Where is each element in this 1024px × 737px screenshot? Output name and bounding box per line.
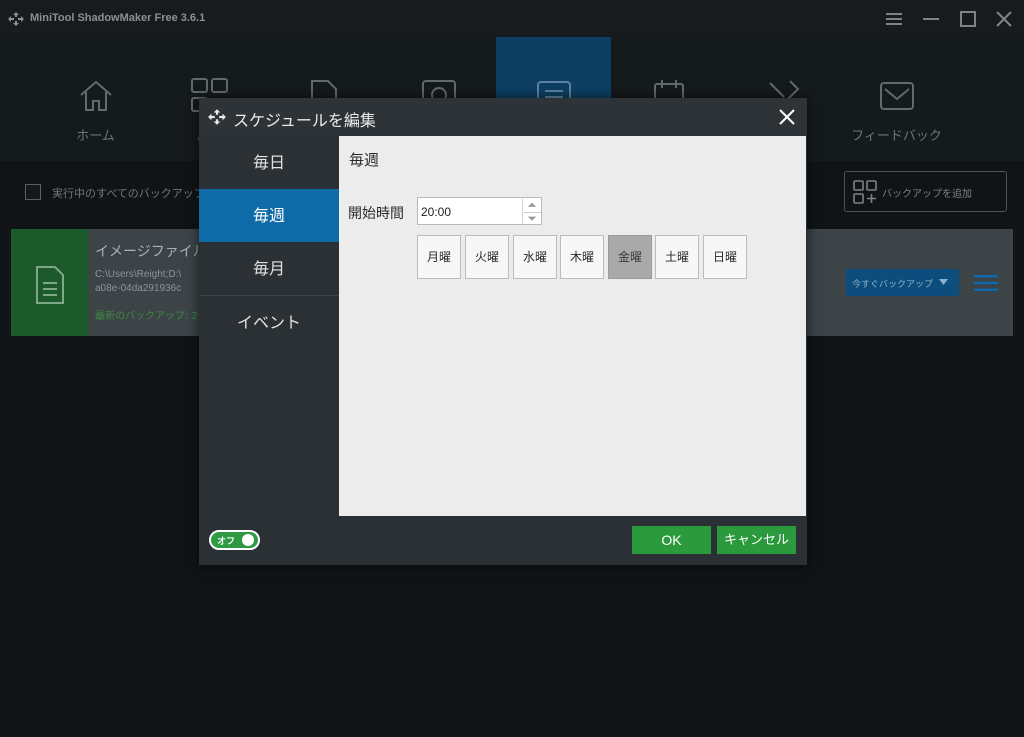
start-time-input[interactable] — [421, 203, 521, 221]
add-backup-icon — [853, 180, 877, 204]
task-status-bar — [11, 229, 88, 336]
title-bar: MiniTool ShadowMaker Free 3.6.1 — [0, 0, 1024, 37]
backup-now-button[interactable]: 今すぐバックアップ — [846, 269, 959, 296]
run-all-label: 実行中のすべてのバックアップタ — [52, 187, 216, 200]
day-button-friday[interactable]: 金曜 — [608, 235, 652, 279]
dialog-footer: オフ OK キャンセル — [199, 516, 807, 565]
close-icon[interactable] — [777, 107, 797, 127]
maximize-icon[interactable] — [958, 9, 978, 29]
weekly-settings-panel: 毎週 開始時間 月曜 火曜 水曜 木曜 金曜 土曜 日曜 — [339, 136, 806, 516]
nav-home[interactable]: ホーム — [38, 37, 153, 161]
spin-up-icon[interactable] — [522, 199, 541, 211]
home-icon — [80, 80, 112, 111]
app-title: MiniTool ShadowMaker Free 3.6.1 — [30, 12, 206, 24]
task-source-path: C:\Users\Reight;D:\ — [95, 269, 182, 280]
app-logo-icon — [8, 12, 24, 26]
sidebar-item-daily[interactable]: 毎日 — [199, 136, 339, 189]
cancel-button[interactable]: キャンセル — [717, 526, 796, 554]
day-button-thursday[interactable]: 木曜 — [560, 235, 604, 279]
ok-button[interactable]: OK — [632, 526, 711, 554]
day-button-tuesday[interactable]: 火曜 — [465, 235, 509, 279]
chevron-down-icon[interactable] — [939, 279, 948, 286]
toggle-knob — [242, 534, 254, 546]
mail-icon — [880, 82, 914, 110]
document-icon — [36, 266, 64, 304]
menu-icon[interactable] — [884, 9, 904, 29]
day-button-saturday[interactable]: 土曜 — [655, 235, 699, 279]
toggle-label: オフ — [217, 537, 236, 547]
day-button-sunday[interactable]: 日曜 — [703, 235, 747, 279]
task-last-backup: 最新のバックアップ: 202 — [95, 311, 211, 322]
sidebar-item-event[interactable]: イベント — [199, 296, 339, 349]
schedule-type-sidebar: 毎日 毎週 毎月 イベント — [199, 136, 339, 516]
sidebar-item-monthly[interactable]: 毎月 — [199, 242, 339, 295]
task-menu-icon[interactable] — [974, 274, 998, 292]
edit-schedule-dialog: スケジュールを編集 毎日 毎週 毎月 イベント 毎週 開始時間 月曜 火曜 水曜… — [199, 98, 807, 565]
day-button-monday[interactable]: 月曜 — [417, 235, 461, 279]
dialog-header: スケジュールを編集 — [199, 98, 807, 136]
day-button-wednesday[interactable]: 水曜 — [513, 235, 557, 279]
start-time-label: 開始時間 — [348, 206, 404, 222]
add-backup-button[interactable]: バックアップを追加 — [844, 171, 1007, 212]
nav-feedback[interactable]: フィードバック — [839, 37, 954, 161]
task-destination-path: a08e-04da291936c — [95, 283, 182, 294]
schedule-toggle[interactable]: オフ — [209, 530, 260, 550]
sidebar-item-weekly[interactable]: 毎週 — [199, 189, 339, 242]
dialog-title: スケジュールを編集 — [233, 111, 376, 130]
run-all-checkbox[interactable] — [25, 184, 41, 200]
task-name: イメージファイル: — [95, 244, 212, 260]
minimize-icon[interactable] — [921, 9, 941, 29]
start-time-spinbox — [417, 197, 542, 225]
app-logo-icon — [208, 109, 226, 125]
close-window-icon[interactable] — [994, 9, 1014, 29]
spin-down-icon[interactable] — [522, 212, 541, 224]
panel-heading: 毎週 — [349, 151, 380, 169]
